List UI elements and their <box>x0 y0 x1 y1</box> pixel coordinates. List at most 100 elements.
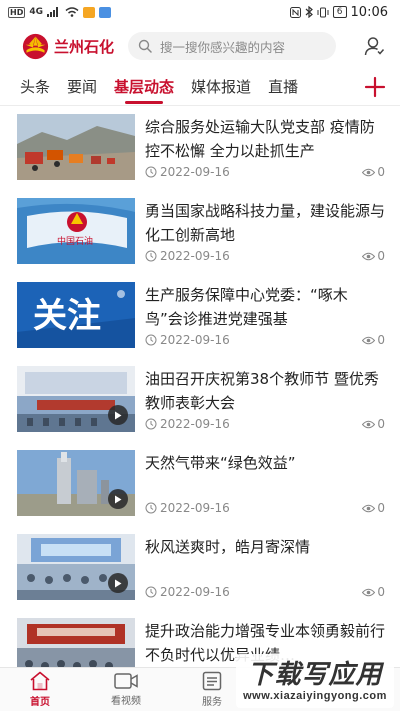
video-icon <box>114 673 138 689</box>
news-views: 0 <box>362 165 385 179</box>
site-watermark: 下载写应用 www.xiazaiyingyong.com <box>236 654 394 708</box>
news-item[interactable]: 油田召开庆祝第38个教师节 暨优秀教师表彰大会 2022-09-16 0 <box>0 359 400 443</box>
news-thumbnail <box>17 618 135 667</box>
news-thumbnail <box>17 366 135 432</box>
news-thumbnail: 关注 <box>17 282 135 348</box>
news-item[interactable]: 综合服务处运输大队党支部 疫情防控不松懈 全力以赴抓生产 2022-09-16 … <box>0 107 400 191</box>
news-views: 0 <box>362 585 385 599</box>
attention-banner-text: 关注 <box>33 296 101 336</box>
view-count: 0 <box>377 333 385 347</box>
nfc-icon <box>289 6 301 18</box>
news-meta: 2022-09-16 0 <box>145 416 385 432</box>
user-icon <box>364 37 384 56</box>
news-views: 0 <box>362 249 385 263</box>
nav-video-label: 看视频 <box>111 696 141 707</box>
add-channel-icon[interactable] <box>364 76 386 98</box>
news-meta: 2022-09-16 0 <box>145 164 385 180</box>
view-count: 0 <box>377 501 385 515</box>
eye-icon <box>362 504 376 512</box>
clock-icon <box>145 502 157 514</box>
wifi-icon <box>65 7 79 17</box>
app-header: 兰州石化 搜一搜你感兴趣的内容 <box>0 27 400 65</box>
channel-tabs: 头条 要闻 基层动态 媒体报道 直播 <box>0 68 400 106</box>
clock: 10:06 <box>350 4 388 20</box>
search-icon <box>138 39 152 53</box>
play-icon <box>115 411 122 419</box>
eye-icon <box>362 588 376 596</box>
view-count: 0 <box>377 165 385 179</box>
bluetooth-icon <box>305 6 313 18</box>
nav-service-label: 服务 <box>202 697 222 708</box>
nav-home[interactable]: 首页 <box>0 668 83 711</box>
news-item[interactable]: 秋风送爽时，皓月寄深情 2022-09-16 0 <box>0 527 400 611</box>
tab-key-news[interactable]: 要闻 <box>67 68 97 106</box>
search-input[interactable]: 搜一搜你感兴趣的内容 <box>128 32 337 60</box>
search-placeholder: 搜一搜你感兴趣的内容 <box>160 39 286 55</box>
clock-icon <box>145 418 157 430</box>
video-play-button[interactable] <box>108 489 128 509</box>
app-title: 兰州石化 <box>54 38 115 56</box>
news-date: 2022-09-16 <box>160 417 230 431</box>
app-logo: 兰州石化 <box>22 33 114 60</box>
view-count: 0 <box>377 417 385 431</box>
nav-video[interactable]: 看视频 <box>83 668 169 711</box>
news-title: 生产服务保障中心党委：“啄木鸟”会诊推进党建强基 <box>145 286 348 328</box>
eye-icon <box>362 252 376 260</box>
news-thumbnail: 中国石油 <box>17 198 135 264</box>
hd-indicator: HD <box>8 6 26 18</box>
user-profile-button[interactable] <box>362 34 386 58</box>
news-thumbnail <box>17 534 135 600</box>
eye-icon <box>362 336 376 344</box>
news-meta: 2022-09-16 0 <box>145 500 385 516</box>
news-title: 油田召开庆祝第38个教师节 暨优秀教师表彰大会 <box>145 370 379 412</box>
status-right: 6 10:06 <box>289 4 388 20</box>
video-play-button[interactable] <box>108 405 128 425</box>
news-thumbnail <box>17 114 135 180</box>
news-views: 0 <box>362 333 385 347</box>
view-count: 0 <box>377 585 385 599</box>
news-list: 综合服务处运输大队党支部 疫情防控不松懈 全力以赴抓生产 2022-09-16 … <box>0 107 400 667</box>
news-date: 2022-09-16 <box>160 585 230 599</box>
eye-icon <box>362 420 376 428</box>
tab-live[interactable]: 直播 <box>268 68 298 106</box>
news-item[interactable]: 天然气带来“绿色效益” 2022-09-16 0 <box>0 443 400 527</box>
home-icon <box>30 671 50 691</box>
clock-icon <box>145 334 157 346</box>
news-title: 勇当国家战略科技力量，建设能源与化工创新高地 <box>145 202 385 244</box>
news-title: 综合服务处运输大队党支部 疫情防控不松懈 全力以赴抓生产 <box>145 118 375 160</box>
news-date: 2022-09-16 <box>160 333 230 347</box>
news-date: 2022-09-16 <box>160 249 230 263</box>
view-count: 0 <box>377 249 385 263</box>
signal-icon <box>47 7 58 17</box>
vibrate-icon <box>317 7 329 17</box>
cnpc-banner-text: 中国石油 <box>57 235 93 247</box>
tab-headlines[interactable]: 头条 <box>20 68 50 106</box>
news-date: 2022-09-16 <box>160 165 230 179</box>
news-title: 天然气带来“绿色效益” <box>145 454 296 472</box>
news-meta: 2022-09-16 0 <box>145 332 385 348</box>
play-icon <box>115 579 122 587</box>
news-date: 2022-09-16 <box>160 501 230 515</box>
news-meta: 2022-09-16 0 <box>145 248 385 264</box>
play-icon <box>115 495 122 503</box>
news-title: 秋风送爽时，皓月寄深情 <box>145 538 311 556</box>
news-thumbnail <box>17 450 135 516</box>
status-left: HD 4G <box>8 6 111 18</box>
notification-app-icon <box>99 6 111 18</box>
tab-grassroots[interactable]: 基层动态 <box>114 68 174 106</box>
watermark-title: 下载写应用 <box>247 660 383 690</box>
video-play-button[interactable] <box>108 573 128 593</box>
notification-app-icon <box>83 6 95 18</box>
news-item[interactable]: 中国石油 勇当国家战略科技力量，建设能源与化工创新高地 2022-09-16 0 <box>0 191 400 275</box>
service-list-icon <box>202 671 222 691</box>
news-item[interactable]: 关注 生产服务保障中心党委：“啄木鸟”会诊推进党建强基 2022-09-16 0 <box>0 275 400 359</box>
tab-media-reports[interactable]: 媒体报道 <box>191 68 251 106</box>
clock-icon <box>145 586 157 598</box>
battery-indicator: 6 <box>332 6 347 18</box>
clock-icon <box>145 166 157 178</box>
news-views: 0 <box>362 417 385 431</box>
watermark-url: www.xiazaiyingyong.com <box>243 690 387 702</box>
nav-home-label: 首页 <box>30 697 50 708</box>
status-bar: HD 4G 6 10:06 <box>0 0 400 24</box>
eye-icon <box>362 168 376 176</box>
